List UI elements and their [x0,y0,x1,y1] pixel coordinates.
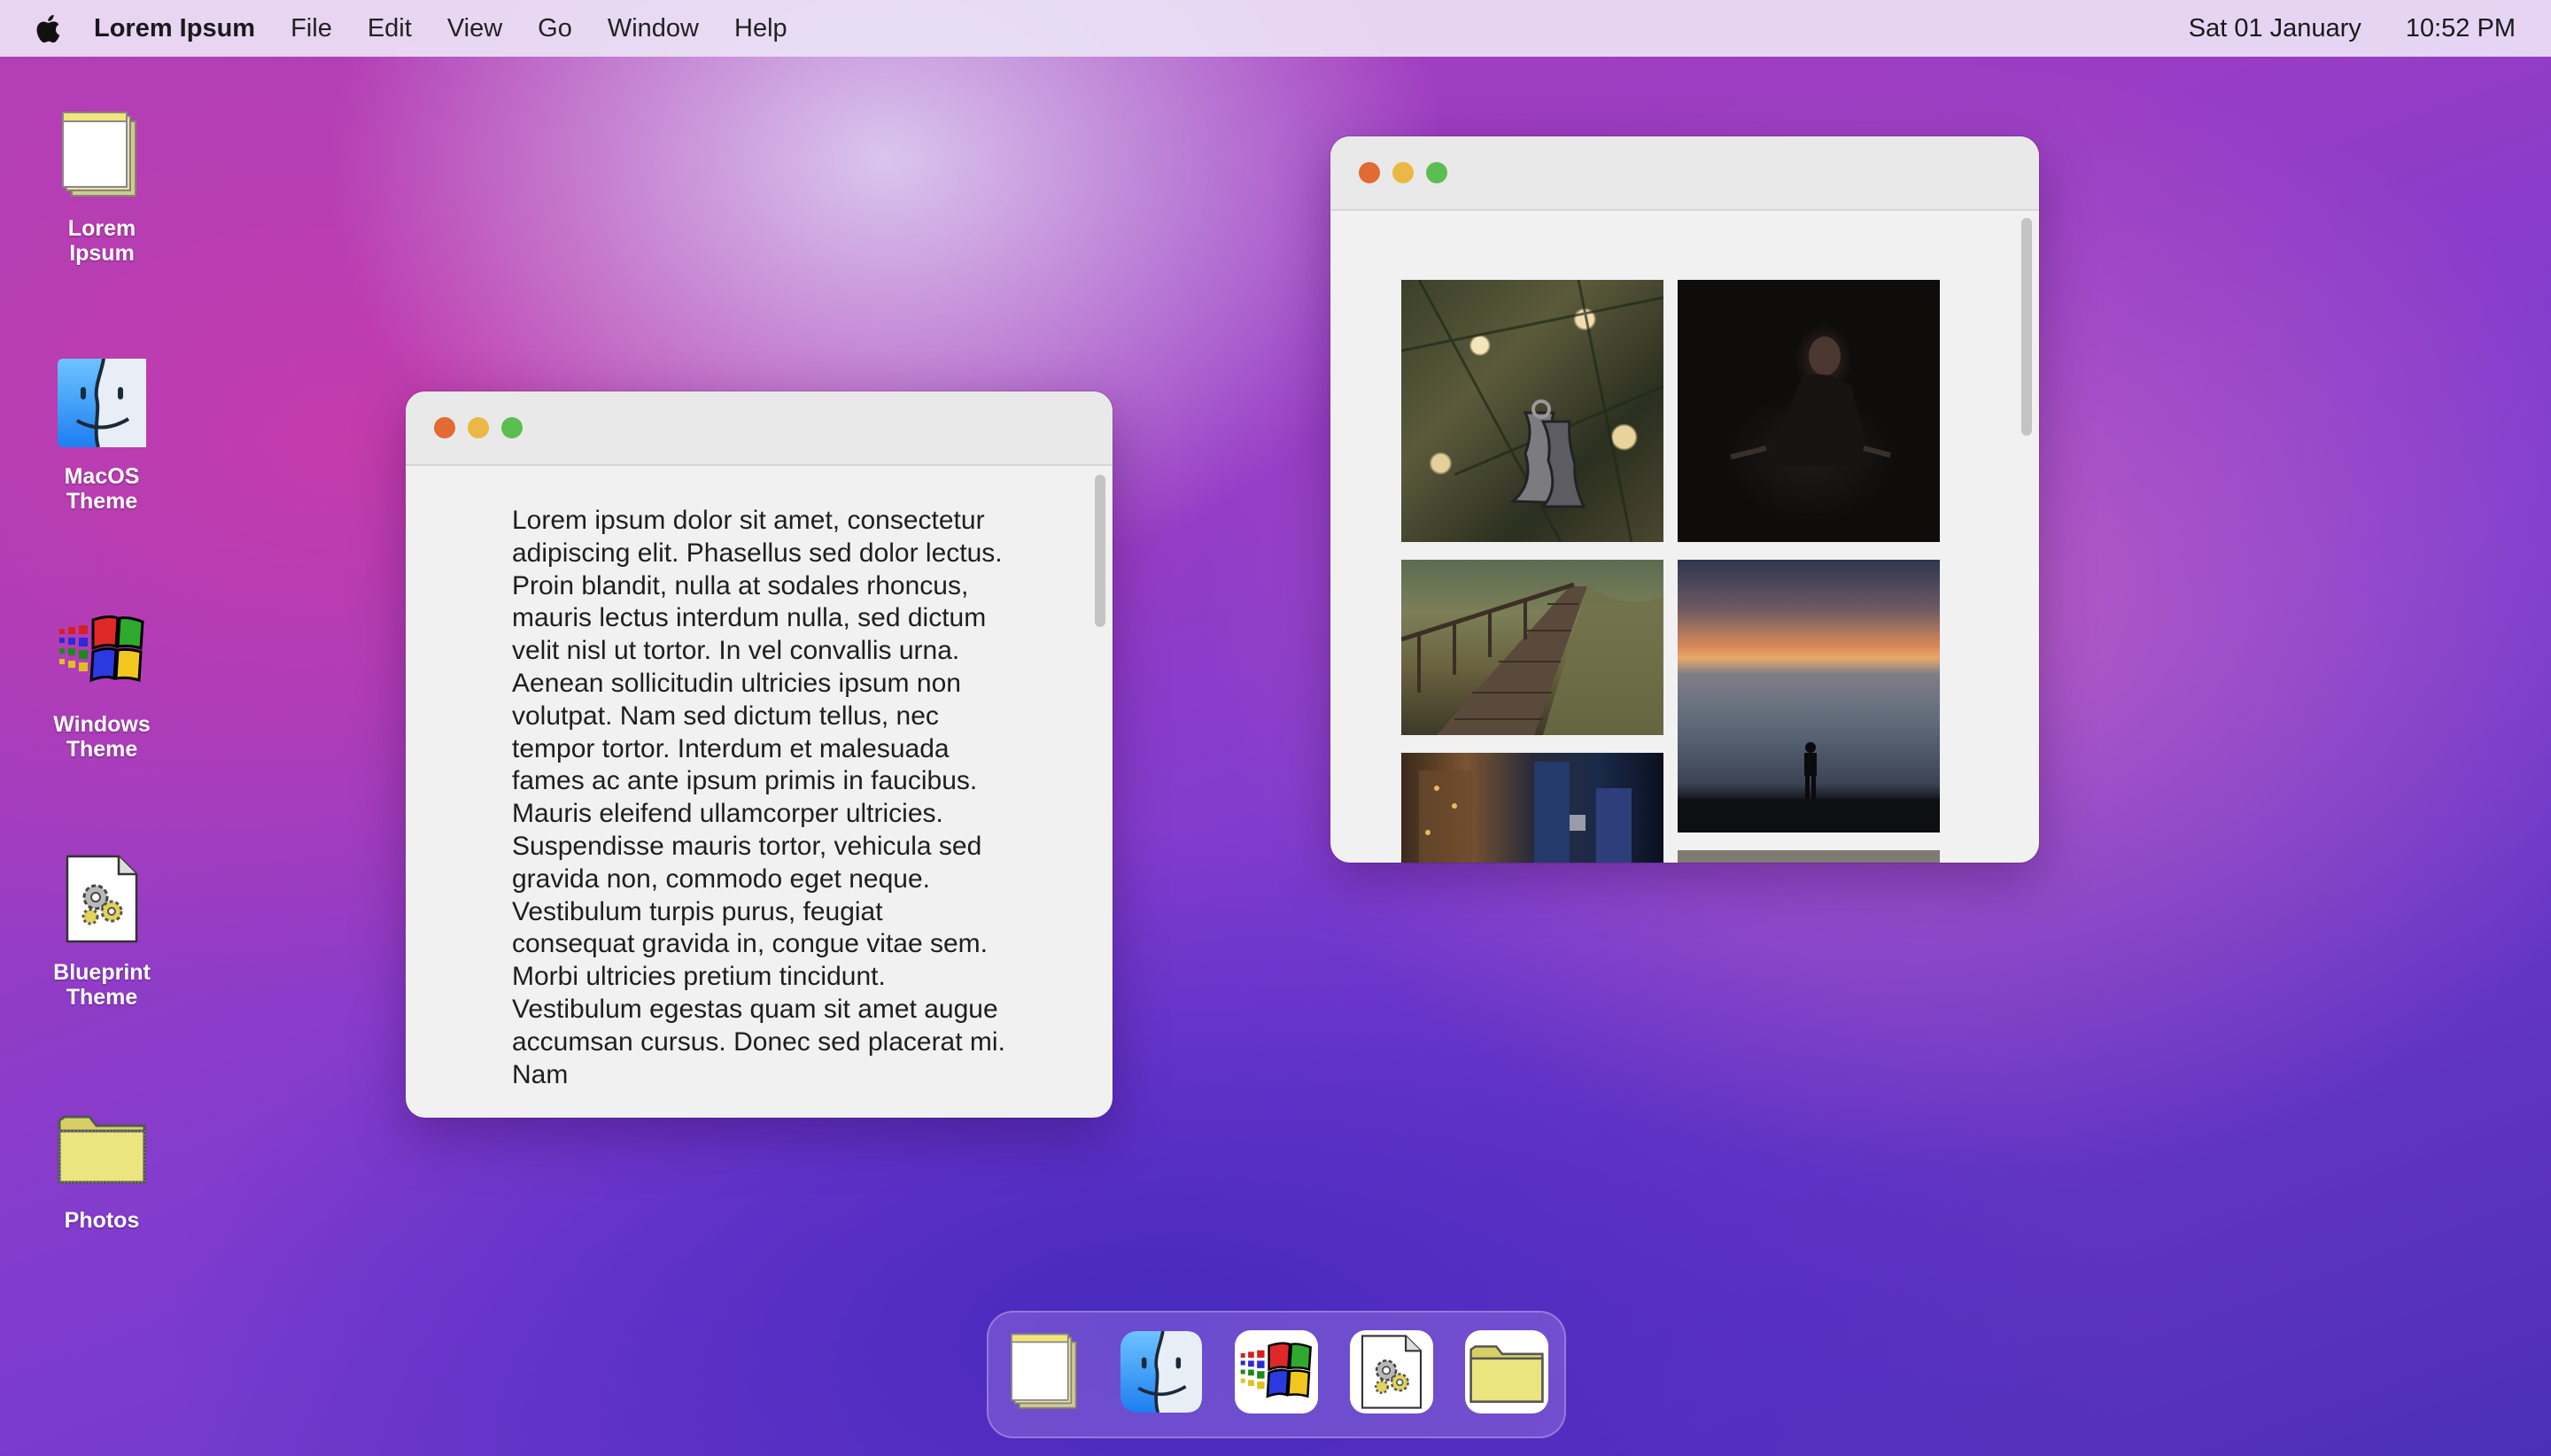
desktop-icon-label: Blueprint Theme [53,960,151,1010]
dock-folder-icon[interactable] [1465,1330,1548,1413]
wooden-boardwalk-photo[interactable] [1401,560,1663,735]
minimize-button[interactable] [1392,162,1414,183]
maximize-button[interactable] [1426,162,1447,183]
desktop-icon-label: Windows Theme [53,712,151,762]
menubar-time[interactable]: 10:52 PM [2406,14,2516,43]
city-night-street-photo[interactable] [1401,753,1663,863]
menu-view[interactable]: View [447,14,502,43]
dock-blueprint-gear-document-icon[interactable] [1350,1330,1433,1413]
christmas-bells-photo[interactable] [1401,280,1663,542]
folder-icon [53,1098,151,1196]
finder-icon [53,354,151,452]
minimize-button[interactable] [468,417,489,438]
menu-go[interactable]: Go [538,14,572,43]
blueprint-gear-document-icon [53,850,151,948]
maximize-button[interactable] [501,417,523,438]
menu-file[interactable]: File [291,14,332,43]
close-button[interactable] [1359,162,1380,183]
desktop-icon-photos[interactable]: Photos [35,1098,168,1233]
photos-window[interactable] [1330,136,2039,863]
desktop-icon-label: Lorem Ipsum [67,216,136,266]
photos-grid[interactable] [1330,211,2039,863]
desktop-icon-label: MacOS Theme [64,464,140,514]
menu-edit[interactable]: Edit [368,14,412,43]
dock-windows-logo-icon[interactable] [1235,1330,1318,1413]
lorem-ipsum-text: Lorem ipsum dolor sit amet, consectetur … [512,506,1005,1089]
text-window-titlebar[interactable] [406,391,1113,466]
menu-window[interactable]: Window [608,14,699,43]
apple-icon[interactable] [35,13,62,43]
partial-photo[interactable] [1678,850,1940,863]
text-window[interactable]: Lorem ipsum dolor sit amet, consectetur … [406,391,1113,1118]
app-name[interactable]: Lorem Ipsum [94,14,255,43]
dark-portrait-photo[interactable] [1678,280,1940,542]
dock-finder-icon[interactable] [1120,1330,1203,1413]
dock [987,1311,1566,1438]
windows-logo-icon [53,602,151,700]
desktop-icon-label: Photos [64,1208,140,1233]
desktop-icon-blueprint-theme[interactable]: Blueprint Theme [35,850,168,1010]
dock-notepad-icon[interactable] [1004,1330,1088,1413]
photos-window-titlebar[interactable] [1330,136,2039,211]
scrollbar-thumb[interactable] [1095,475,1105,627]
menubar-date[interactable]: Sat 01 January [2189,14,2361,43]
scrollbar-thumb[interactable] [2021,218,2032,436]
desktop-icon-lorem-ipsum[interactable]: Lorem Ipsum [35,106,168,266]
menu-bar: Lorem Ipsum File Edit View Go Window Hel… [0,0,2551,57]
sunset-beach-silhouette-photo[interactable] [1678,560,1940,833]
desktop-icon-macos-theme[interactable]: MacOS Theme [35,354,168,514]
text-window-content[interactable]: Lorem ipsum dolor sit amet, consectetur … [406,466,1113,1118]
close-button[interactable] [434,417,455,438]
desktop-icon-windows-theme[interactable]: Windows Theme [35,602,168,762]
menu-help[interactable]: Help [734,14,787,43]
notepad-icon [53,106,151,204]
